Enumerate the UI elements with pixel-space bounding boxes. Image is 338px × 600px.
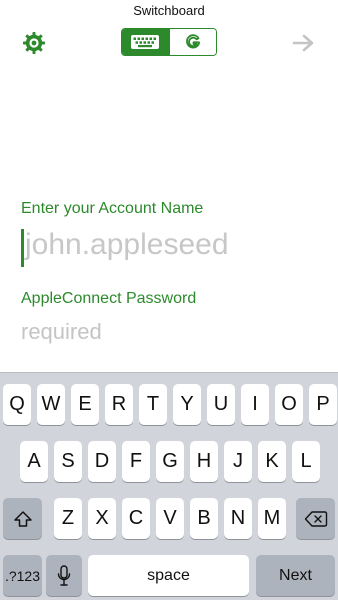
next-key[interactable]: Next — [256, 555, 335, 596]
account-name-label: Enter your Account Name — [21, 200, 204, 217]
key-j[interactable]: J — [224, 441, 252, 482]
key-y[interactable]: Y — [173, 384, 201, 425]
key-o[interactable]: O — [275, 384, 303, 425]
account-name-field[interactable]: john.appleseed — [25, 228, 229, 262]
key-f[interactable]: F — [122, 441, 150, 482]
backspace-key[interactable] — [296, 498, 335, 539]
key-r[interactable]: R — [105, 384, 133, 425]
space-key[interactable]: space — [88, 555, 249, 596]
text-caret — [21, 229, 24, 267]
g-mode-segment[interactable] — [168, 29, 216, 55]
key-x[interactable]: X — [88, 498, 116, 539]
key-p[interactable]: P — [309, 384, 337, 425]
navigation-bar: Switchboard — [0, 0, 338, 70]
key-u[interactable]: U — [207, 384, 235, 425]
shift-icon — [13, 510, 32, 527]
key-b[interactable]: B — [190, 498, 218, 539]
key-m[interactable]: M — [258, 498, 286, 539]
microphone-icon — [57, 564, 71, 586]
key-t[interactable]: T — [139, 384, 167, 425]
key-g[interactable]: G — [156, 441, 184, 482]
key-a[interactable]: A — [20, 441, 48, 482]
key-d[interactable]: D — [88, 441, 116, 482]
g-logo-icon — [185, 34, 200, 49]
numbers-key[interactable]: .?123 — [3, 555, 42, 596]
mode-segmented-control[interactable] — [121, 28, 217, 56]
app-title: Switchboard — [133, 3, 205, 18]
key-k[interactable]: K — [258, 441, 286, 482]
password-field[interactable]: required — [21, 319, 102, 345]
gear-icon[interactable] — [22, 31, 46, 55]
key-e[interactable]: E — [71, 384, 99, 425]
key-s[interactable]: S — [54, 441, 82, 482]
key-q[interactable]: Q — [3, 384, 31, 425]
key-n[interactable]: N — [224, 498, 252, 539]
key-h[interactable]: H — [190, 441, 218, 482]
dictation-key[interactable] — [46, 555, 82, 596]
key-i[interactable]: I — [241, 384, 269, 425]
arrow-right-icon[interactable] — [292, 33, 316, 53]
keyboard-mode-segment[interactable] — [122, 29, 169, 55]
key-v[interactable]: V — [156, 498, 184, 539]
password-label: AppleConnect Password — [21, 290, 197, 307]
key-l[interactable]: L — [292, 441, 320, 482]
keyboard-icon — [131, 35, 160, 49]
key-z[interactable]: Z — [54, 498, 82, 539]
onscreen-keyboard: Q W E R T Y U I O P A S D F G H J K L Z … — [0, 372, 338, 600]
key-w[interactable]: W — [37, 384, 65, 425]
key-c[interactable]: C — [122, 498, 150, 539]
shift-key[interactable] — [3, 498, 42, 539]
backspace-icon — [304, 510, 327, 527]
